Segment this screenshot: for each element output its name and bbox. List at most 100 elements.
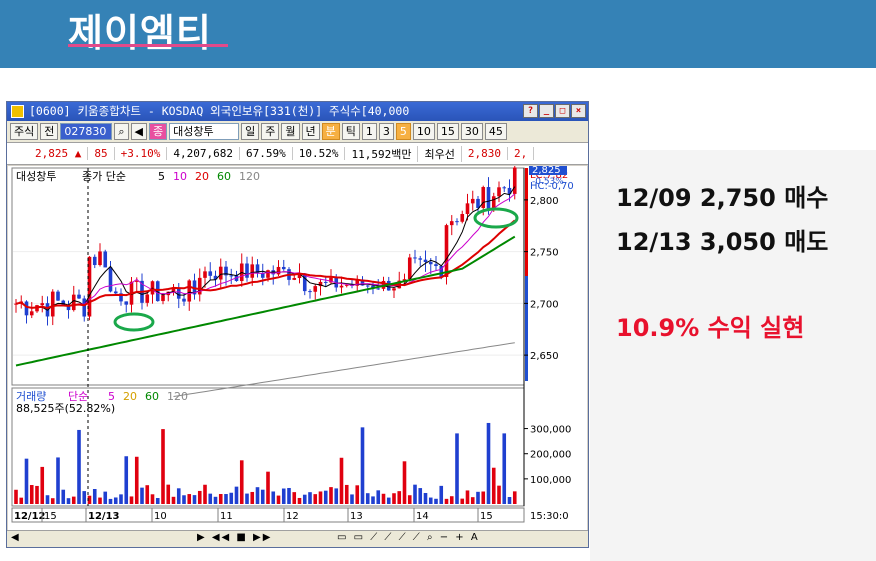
interval-10[interactable]: 10 bbox=[412, 123, 435, 140]
volume-bar bbox=[71, 496, 76, 504]
quote-bar: 2,825 ▲ 85 +3.10% 4,207,682 67.59% 10.52… bbox=[7, 143, 588, 165]
minimize-button[interactable]: _ bbox=[539, 104, 554, 118]
period-minute[interactable]: 분 bbox=[321, 123, 340, 140]
volume-bar bbox=[350, 494, 354, 504]
time-axis-label: 12/13 bbox=[88, 511, 120, 522]
chart-bottom-toolbar: ◀ ▶ ◀◀ ■ ▶▶ ▭ ▭ ⟋ ⟋ ⟋ ⟋ ⌕ − + A bbox=[7, 530, 588, 547]
period-tick[interactable]: 틱 bbox=[341, 123, 360, 140]
candle-body bbox=[392, 288, 396, 291]
volume-bar bbox=[24, 458, 29, 504]
volume-bar bbox=[192, 495, 197, 504]
search-icon[interactable]: ⌕ bbox=[114, 123, 129, 140]
ma-legend-item: 20 bbox=[195, 170, 209, 183]
volume-bar bbox=[218, 494, 223, 504]
volume-bar bbox=[224, 494, 228, 504]
ma-legend-item: 120 bbox=[239, 170, 260, 183]
market-select[interactable]: 주식 bbox=[10, 123, 39, 140]
candle-body bbox=[460, 214, 465, 222]
candle-body bbox=[428, 262, 433, 265]
candle-body bbox=[376, 288, 381, 290]
volume-bar bbox=[45, 495, 50, 504]
volume-bar bbox=[460, 498, 465, 504]
volume-bar bbox=[276, 495, 281, 504]
interval-1[interactable]: 1 bbox=[361, 123, 377, 140]
period-day[interactable]: 일 bbox=[241, 123, 260, 140]
volume-bar bbox=[161, 429, 165, 504]
time-axis-label: 11 bbox=[220, 511, 233, 522]
volume-bar bbox=[329, 487, 333, 504]
volume-bar bbox=[281, 488, 286, 504]
close-button[interactable]: × bbox=[571, 104, 586, 118]
interval-45[interactable]: 45 bbox=[484, 123, 507, 140]
stock-name-field[interactable]: 대성창투 bbox=[169, 123, 240, 140]
volume-bar bbox=[386, 497, 391, 504]
maximize-button[interactable]: □ bbox=[555, 104, 570, 118]
volume-bar bbox=[486, 422, 491, 504]
volume-bar bbox=[113, 497, 118, 504]
volume-bar bbox=[428, 497, 433, 504]
volume-bar bbox=[255, 487, 260, 504]
speaker-icon[interactable]: ◀ bbox=[130, 123, 148, 140]
volume-bar bbox=[92, 489, 97, 504]
chart-svg: LC:7,82HC:-0,702,825-0.53%2,8002,7502,70… bbox=[11, 162, 574, 523]
help-button[interactable]: ? bbox=[523, 104, 538, 118]
candle-body bbox=[98, 251, 102, 266]
volume-bar bbox=[50, 498, 55, 504]
volume-bar bbox=[203, 484, 207, 504]
volume-bar bbox=[82, 491, 87, 504]
period-month[interactable]: 월 bbox=[281, 123, 300, 140]
volume-bar bbox=[418, 488, 423, 504]
candle-body bbox=[502, 187, 507, 189]
candle-body bbox=[465, 203, 470, 215]
quote-price: 2,825 ▲ bbox=[7, 147, 89, 160]
price-tick-label: 2,650 bbox=[530, 351, 559, 362]
candle-body bbox=[455, 221, 459, 223]
candle-body bbox=[491, 196, 496, 209]
volume-bar bbox=[56, 457, 60, 504]
current-price-label: 2,825 bbox=[532, 166, 561, 176]
quote-extra: 2, bbox=[508, 147, 535, 160]
chart-area[interactable]: LC:7,82 HC:-0,70 2,825 -0.53% 2,800 2,750 2,70… bbox=[8, 162, 587, 530]
volume-bar bbox=[145, 485, 150, 504]
candle-body bbox=[229, 275, 234, 277]
volume-bar bbox=[455, 433, 459, 504]
interval-15[interactable]: 15 bbox=[436, 123, 459, 140]
volume-bar bbox=[297, 497, 302, 504]
volume-bar bbox=[14, 489, 18, 504]
volume-bar bbox=[271, 491, 276, 504]
time-axis-label: 10 bbox=[154, 511, 167, 522]
candle-body bbox=[470, 198, 475, 204]
prev-button[interactable]: 전 bbox=[40, 123, 59, 140]
buy-annotation: 12/09 2,750 매수 bbox=[616, 184, 829, 212]
volume-ma-legend-item: 60 bbox=[145, 390, 159, 403]
period-year[interactable]: 년 bbox=[301, 123, 320, 140]
period-week[interactable]: 주 bbox=[261, 123, 280, 140]
interval-30[interactable]: 30 bbox=[460, 123, 483, 140]
volume-bar bbox=[334, 488, 339, 504]
volume-bar bbox=[229, 492, 234, 504]
candle-body bbox=[218, 266, 223, 280]
volume-bar bbox=[208, 493, 213, 504]
candle-body bbox=[71, 294, 76, 311]
volume-bar bbox=[392, 493, 396, 504]
candle-body bbox=[145, 294, 150, 303]
candle-body bbox=[339, 285, 344, 288]
price-legend-series: 종가 단순 bbox=[82, 170, 126, 183]
quote-best: 2,830 bbox=[462, 147, 508, 160]
stock-code-input[interactable]: 027830 bbox=[60, 123, 113, 140]
window-titlebar[interactable]: [0600] 키움종합차트 - KOSDAQ 외국인보유[331(천)] 주식수… bbox=[7, 102, 588, 121]
volume-bar bbox=[360, 427, 365, 504]
time-axis-label: 12/12 bbox=[14, 511, 46, 522]
interval-3[interactable]: 3 bbox=[378, 123, 394, 140]
volume-bar bbox=[187, 494, 192, 504]
time-axis-label: 15 bbox=[44, 511, 57, 522]
quote-change: 85 bbox=[88, 147, 115, 160]
volume-bar bbox=[166, 484, 171, 504]
drawing-tools-icon[interactable]: ▭ ▭ ⟋ ⟋ ⟋ ⟋ ⌕ − + A bbox=[337, 532, 480, 543]
volume-bar bbox=[371, 496, 375, 504]
interval-5[interactable]: 5 bbox=[395, 123, 411, 140]
volume-bar bbox=[476, 491, 480, 504]
playback-controls-icon[interactable]: ▶ ◀◀ ■ ▶▶ bbox=[197, 532, 272, 543]
time-axis-label: 12 bbox=[286, 511, 299, 522]
scroll-left-icon[interactable]: ◀ bbox=[11, 532, 19, 543]
